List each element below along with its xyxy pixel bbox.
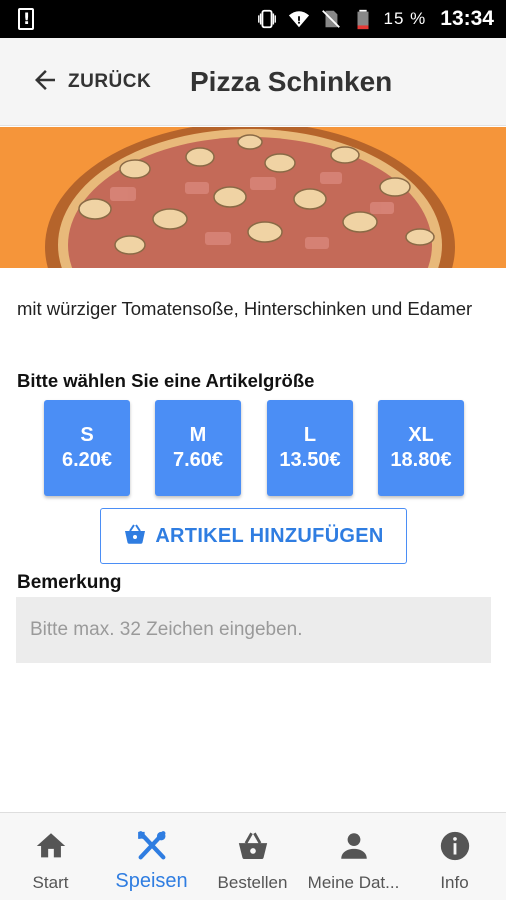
nav-item-bestellen[interactable]: Bestellen [202, 813, 303, 900]
nav-label: Info [440, 873, 469, 892]
pizza-illustration [0, 127, 506, 268]
size-price: 6.20€ [61, 449, 113, 471]
size-button-xl[interactable]: XL 18.80€ [378, 400, 464, 496]
size-button-m[interactable]: M 7.60€ [155, 400, 241, 496]
status-bar: 15 % 13:34 [0, 0, 506, 38]
remark-label: Bemerkung [17, 572, 122, 593]
add-article-label: ARTIKEL HINZUFÜGEN [155, 524, 384, 547]
battery-percent: 15 % [383, 9, 427, 28]
bottom-navigation: Start Speisen Bestellen Meine Dat... Inf… [0, 812, 506, 900]
home-icon [34, 829, 68, 863]
nav-label: Meine Dat... [307, 873, 400, 892]
status-icons: 15 % 13:34 [256, 6, 494, 32]
nav-item-meine-daten[interactable]: Meine Dat... [303, 813, 404, 900]
app-header: ZURÜCK Pizza Schinken [0, 38, 506, 126]
nav-label: Start [32, 873, 69, 892]
basket-icon [236, 829, 270, 863]
battery-icon [352, 8, 374, 30]
product-description: mit würziger Tomatensoße, Hinterschinken… [17, 298, 473, 319]
vibrate-icon [256, 8, 278, 30]
back-button[interactable]: ZURÜCK [30, 64, 151, 100]
nav-label: Speisen [115, 870, 188, 892]
no-sim-icon [320, 8, 342, 30]
nav-item-info[interactable]: Info [404, 813, 505, 900]
cutlery-icon [135, 829, 169, 863]
wifi-icon [288, 8, 310, 30]
size-button-l[interactable]: L 13.50€ [267, 400, 353, 496]
size-label: S [80, 424, 94, 446]
size-price: 7.60€ [172, 449, 224, 471]
nav-item-speisen[interactable]: Speisen [101, 813, 202, 900]
size-price: 13.50€ [279, 449, 341, 471]
person-icon [337, 829, 371, 863]
nav-label: Bestellen [217, 873, 288, 892]
back-label: ZURÜCK [68, 71, 152, 92]
size-label: L [303, 424, 317, 446]
size-label: M [189, 424, 207, 446]
size-options: S 6.20€ M 7.60€ L 13.50€ XL 18.80€ [44, 400, 464, 496]
add-article-button[interactable]: ARTIKEL HINZUFÜGEN [100, 508, 407, 564]
basket-icon [123, 523, 147, 550]
remark-input[interactable] [16, 597, 491, 663]
size-label: XL [408, 424, 434, 446]
page-title: Pizza Schinken [190, 66, 393, 97]
size-heading: Bitte wählen Sie eine Artikelgröße [17, 370, 315, 391]
alert-icon [18, 8, 34, 30]
status-clock: 13:34 [440, 7, 494, 30]
nav-item-start[interactable]: Start [0, 813, 101, 900]
info-icon [438, 829, 472, 863]
size-price: 18.80€ [390, 449, 452, 471]
product-image [0, 127, 506, 268]
arrow-left-icon [30, 65, 60, 100]
size-button-s[interactable]: S 6.20€ [44, 400, 130, 496]
